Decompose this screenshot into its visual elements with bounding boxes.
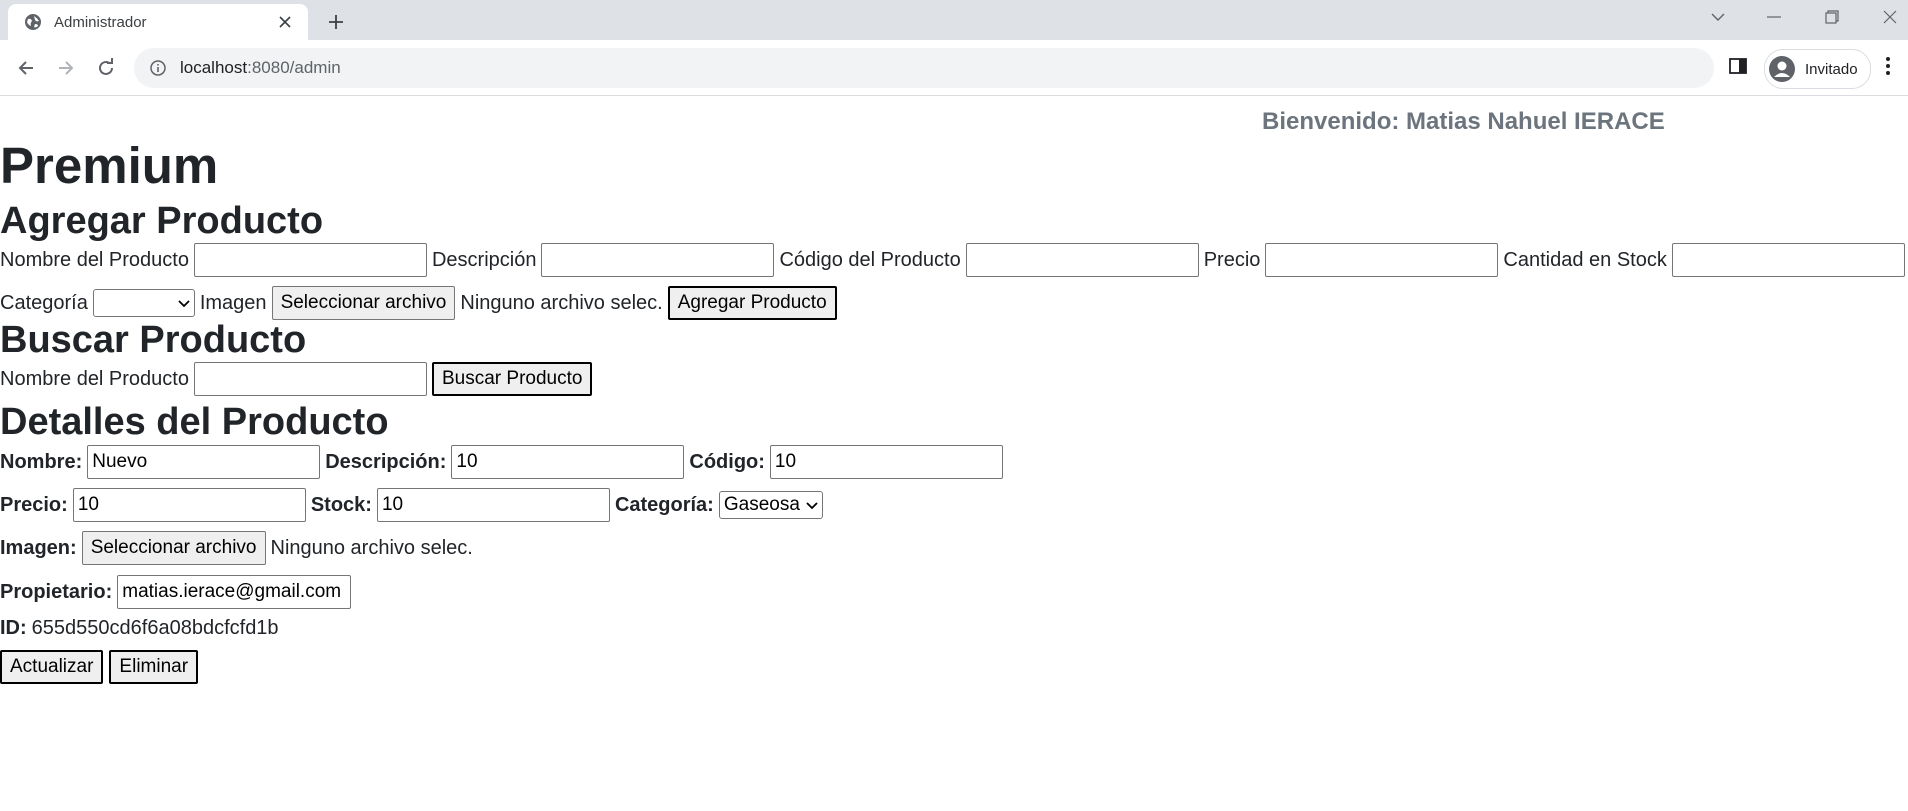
- window-close-icon[interactable]: [1862, 0, 1908, 34]
- avatar-icon: [1767, 54, 1797, 84]
- description-label: Descripción: [431, 248, 537, 271]
- reload-icon[interactable]: [91, 53, 121, 83]
- kebab-menu-icon[interactable]: [1885, 56, 1891, 81]
- product-name-label: Nombre del Producto: [0, 248, 189, 271]
- detail-category-value: Gaseosa: [723, 494, 800, 515]
- product-code-input[interactable]: [965, 243, 1199, 277]
- product-name-input[interactable]: [193, 243, 427, 277]
- tab-strip: Administrador: [0, 0, 1908, 40]
- detail-category-label: Categoría:: [614, 493, 714, 516]
- url-path: :8080/admin: [247, 58, 341, 77]
- detail-id-label: ID:: [0, 617, 27, 639]
- delete-button[interactable]: Eliminar: [109, 650, 199, 684]
- profile-button[interactable]: Invitado: [1764, 49, 1871, 89]
- url-host: localhost: [180, 58, 248, 77]
- close-icon[interactable]: [274, 11, 296, 33]
- image-label: Imagen: [199, 291, 267, 314]
- profile-label: Invitado: [1805, 60, 1858, 78]
- details-heading: Detalles del Producto: [0, 401, 389, 443]
- detail-stock-label: Stock:: [310, 493, 372, 516]
- chevron-down-icon: [806, 494, 818, 516]
- detail-name-label: Nombre:: [0, 450, 83, 473]
- stock-input[interactable]: [1671, 243, 1905, 277]
- search-product-button[interactable]: Buscar Producto: [431, 362, 593, 396]
- add-product-heading: Agregar Producto: [0, 200, 324, 242]
- chevron-down-icon[interactable]: [1690, 0, 1746, 34]
- side-panel-icon[interactable]: [1728, 56, 1748, 81]
- search-name-input[interactable]: [193, 362, 427, 396]
- detail-price-label: Precio:: [0, 493, 68, 516]
- price-input[interactable]: [1265, 243, 1499, 277]
- file-status: Ninguno archivo selec.: [460, 291, 663, 314]
- search-name-label: Nombre del Producto: [0, 367, 189, 390]
- detail-price-input[interactable]: [72, 488, 306, 522]
- details-row-1: Nombre: Descripción: Código:: [0, 445, 1003, 479]
- browser-toolbar: localhost:8080/admin Invitado: [0, 40, 1908, 96]
- search-row: Nombre del Producto Buscar Producto: [0, 362, 593, 396]
- detail-file-status: Ninguno archivo selec.: [270, 536, 473, 559]
- details-actions: Actualizar Eliminar: [0, 650, 199, 684]
- detail-name-input[interactable]: [87, 445, 321, 479]
- description-input[interactable]: [541, 243, 775, 277]
- tab-title: Administrador: [54, 13, 147, 31]
- restore-icon[interactable]: [1804, 0, 1860, 34]
- globe-icon: [24, 13, 42, 31]
- detail-code-input[interactable]: [769, 445, 1003, 479]
- detail-image-label: Imagen:: [0, 536, 77, 559]
- category-label: Categoría: [0, 291, 88, 314]
- browser-tab[interactable]: Administrador: [8, 4, 308, 40]
- forward-icon[interactable]: [51, 53, 81, 83]
- chevron-down-icon: [178, 292, 190, 314]
- detail-owner-label: Propietario:: [0, 580, 113, 603]
- detail-stock-input[interactable]: [376, 488, 610, 522]
- detail-description-input[interactable]: [451, 445, 685, 479]
- product-code-label: Código del Producto: [779, 248, 961, 271]
- detail-id-value: 655d550cd6f6a08bdcfcfd1b: [31, 617, 279, 639]
- url-text: localhost:8080/admin: [180, 58, 341, 78]
- address-bar[interactable]: localhost:8080/admin: [134, 48, 1714, 88]
- welcome-text: Bienvenido: Matias Nahuel IERACE: [1262, 108, 1665, 135]
- info-icon[interactable]: [148, 58, 168, 78]
- search-product-heading: Buscar Producto: [0, 319, 307, 361]
- add-product-button[interactable]: Agregar Producto: [667, 286, 837, 320]
- detail-description-label: Descripción:: [325, 450, 447, 473]
- price-label: Precio: [1203, 248, 1261, 271]
- minimize-icon[interactable]: [1746, 0, 1802, 34]
- category-select[interactable]: [92, 289, 195, 317]
- page-title: Premium: [0, 137, 219, 194]
- choose-file-button[interactable]: Seleccionar archivo: [271, 286, 456, 320]
- detail-category-select[interactable]: Gaseosa: [718, 491, 823, 519]
- update-button[interactable]: Actualizar: [0, 650, 104, 684]
- detail-code-label: Código:: [689, 450, 765, 473]
- back-icon[interactable]: [11, 53, 41, 83]
- details-row-2: Precio: Stock: Categoría: Gaseosa: [0, 488, 823, 522]
- add-product-row-1: Nombre del Producto Descripción Código d…: [0, 243, 1905, 277]
- detail-owner-input[interactable]: [117, 575, 352, 609]
- details-row-3: Imagen: Seleccionar archivo Ninguno arch…: [0, 531, 473, 565]
- detail-choose-file-button[interactable]: Seleccionar archivo: [81, 531, 266, 565]
- stock-label: Cantidad en Stock: [1503, 248, 1667, 271]
- details-row-5: ID: 655d550cd6f6a08bdcfcfd1b: [0, 617, 279, 640]
- details-row-4: Propietario:: [0, 575, 352, 609]
- plus-icon[interactable]: [322, 8, 350, 36]
- add-product-row-2: Categoría Imagen Seleccionar archivo Nin…: [0, 286, 837, 320]
